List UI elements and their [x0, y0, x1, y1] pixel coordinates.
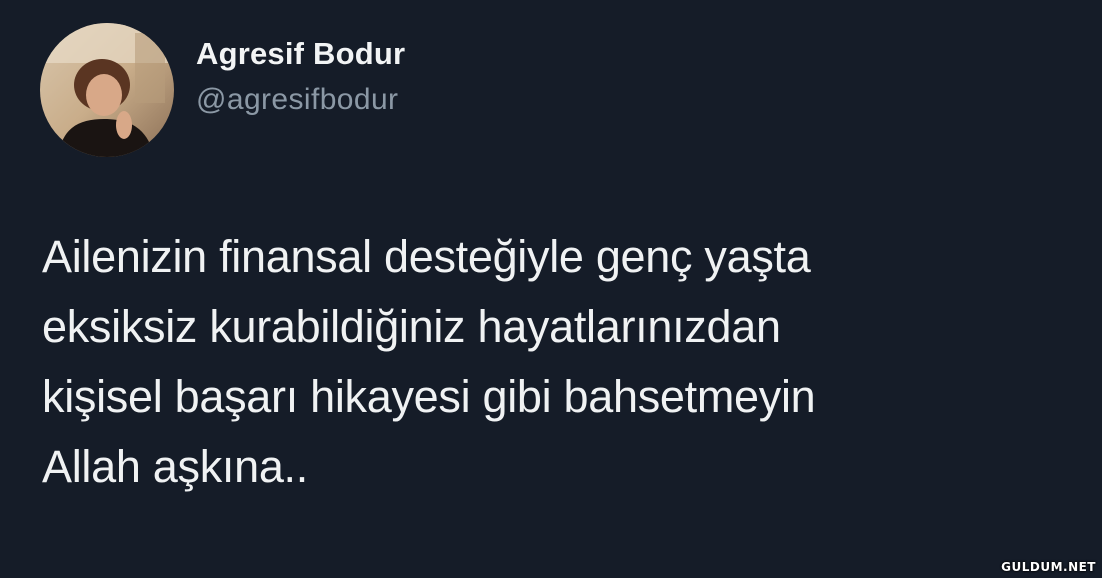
tweet-text-line: eksiksiz kurabildiğiniz hayatlarınızdan: [42, 301, 781, 352]
tweet-text: Ailenizin finansal desteğiyle genç yaşta…: [42, 222, 1082, 502]
tweet-header: Agresif Bodur @agresifbodur: [40, 22, 405, 158]
tweet-text-line: Allah aşkına..: [42, 441, 308, 492]
user-names: Agresif Bodur @agresifbodur: [196, 35, 405, 119]
tweet-text-line: Ailenizin finansal desteğiyle genç yaşta: [42, 231, 811, 282]
avatar[interactable]: [40, 23, 174, 157]
watermark: GULDUM.NET: [1001, 560, 1096, 574]
avatar-photo: [40, 23, 174, 157]
tweet-card: Agresif Bodur @agresifbodur Ailenizin fi…: [0, 0, 1102, 578]
tweet-text-line: kişisel başarı hikayesi gibi bahsetmeyin: [42, 371, 816, 422]
display-name[interactable]: Agresif Bodur: [196, 35, 405, 73]
user-handle[interactable]: @agresifbodur: [196, 81, 405, 119]
